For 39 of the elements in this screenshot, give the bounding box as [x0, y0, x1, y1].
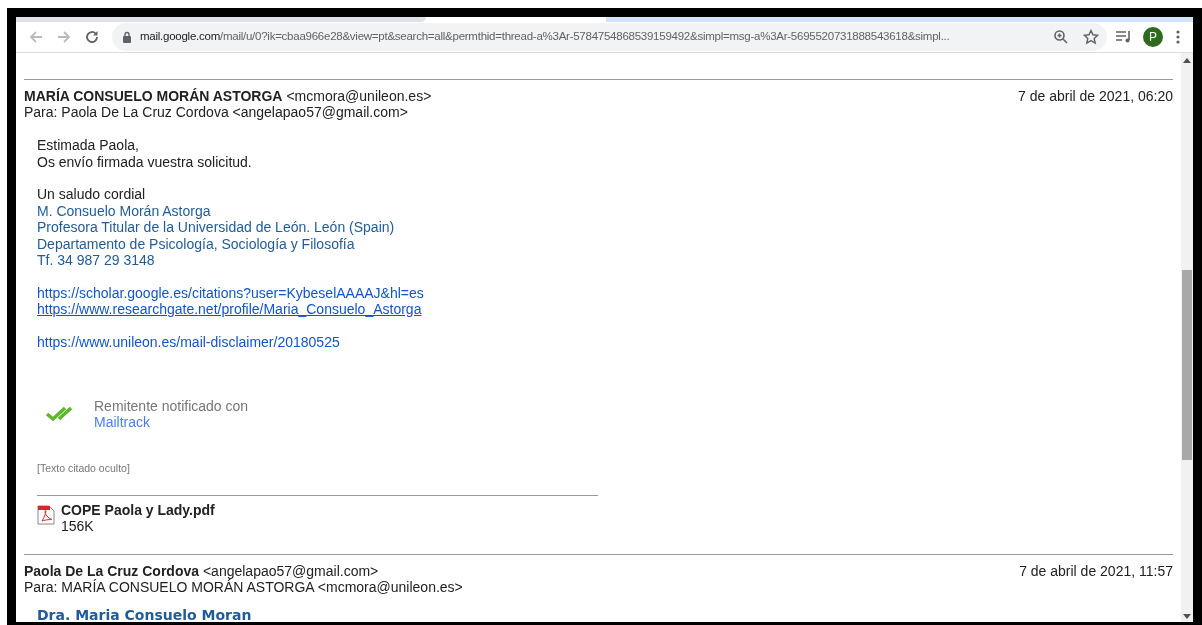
address-bar[interactable]: mail.google.com/mail/u/0?ik=cbaa966e28&view=pt&search=all&permthid=thread-a%3Ar-5784754868539159492&simpl=msg-a%3Ar-5695520731888543618&simpl...	[112, 23, 1107, 51]
message-date: 7 de abril de 2021, 11:57	[1019, 563, 1173, 581]
message-date: 7 de abril de 2021, 06:20	[1018, 88, 1173, 106]
notification-text: Remitente notificado con	[94, 398, 249, 414]
scrollbar-thumb[interactable]	[1182, 270, 1192, 460]
pdf-file-icon[interactable]	[37, 504, 55, 525]
signature-line: Profesora Titular de la Universidad de León. León (Spain)	[37, 219, 395, 235]
mailtrack-link[interactable]: Mailtrack	[94, 414, 150, 430]
menu-icon[interactable]	[1175, 29, 1181, 45]
scroll-down-icon[interactable]	[1183, 614, 1191, 620]
attachment-name[interactable]: COPE Paola y Lady.pdf	[61, 501, 215, 518]
signature-line: Departamento de Psicología, Sociología y Filosofía	[37, 235, 355, 252]
sender-email: <angelapao57@gmail.com>	[202, 563, 379, 579]
link[interactable]: https://www.researchgate.net/profile/Maria_Consuelo_Astorga	[37, 301, 422, 317]
body-text: Un saludo cordial	[37, 186, 146, 202]
back-arrow-icon	[28, 29, 44, 45]
star-icon[interactable]	[1083, 29, 1099, 45]
sender-email: <mcmora@unileon.es>	[286, 88, 432, 104]
media-queue-icon[interactable]	[1115, 30, 1133, 44]
body-text: Os envío firmada vuestra solicitud.	[37, 153, 252, 170]
body-text: Estimada Paola,	[37, 137, 139, 153]
attachment-size: 156K	[61, 517, 95, 534]
sender-name: Paola De La Cruz Cordova	[24, 563, 200, 579]
signature-line: Tf. 34 987 29 3148	[37, 252, 155, 268]
signature-heading: Dra. Maria Consuelo Moran	[37, 607, 252, 622]
zoom-icon[interactable]	[1053, 29, 1069, 45]
lock-icon	[122, 31, 132, 43]
link[interactable]: https://scholar.google.es/citations?user=KybeselAAAAJ&hl=es	[37, 284, 424, 301]
recipient-line: Para: MARÍA CONSUELO MORÁN ASTORGA <mcmora@unileon.es>	[24, 579, 463, 595]
sender-name: MARÍA CONSUELO MORÁN ASTORGA	[24, 88, 283, 104]
forward-arrow-icon	[56, 29, 72, 45]
profile-avatar[interactable]: P	[1143, 27, 1163, 47]
link[interactable]: https://www.unileon.es/mail-disclaimer/20180525	[37, 333, 340, 350]
recipient-line: Para: Paola De La Cruz Cordova <angelapao57@gmail.com>	[24, 104, 409, 120]
quoted-text-toggle[interactable]: [Texto citado oculto]	[37, 462, 130, 474]
signature-line: M. Consuelo Morán Astorga	[37, 202, 211, 219]
scroll-up-icon[interactable]	[1183, 57, 1191, 63]
scrollbar[interactable]	[1181, 53, 1193, 622]
reload-icon	[84, 29, 100, 45]
